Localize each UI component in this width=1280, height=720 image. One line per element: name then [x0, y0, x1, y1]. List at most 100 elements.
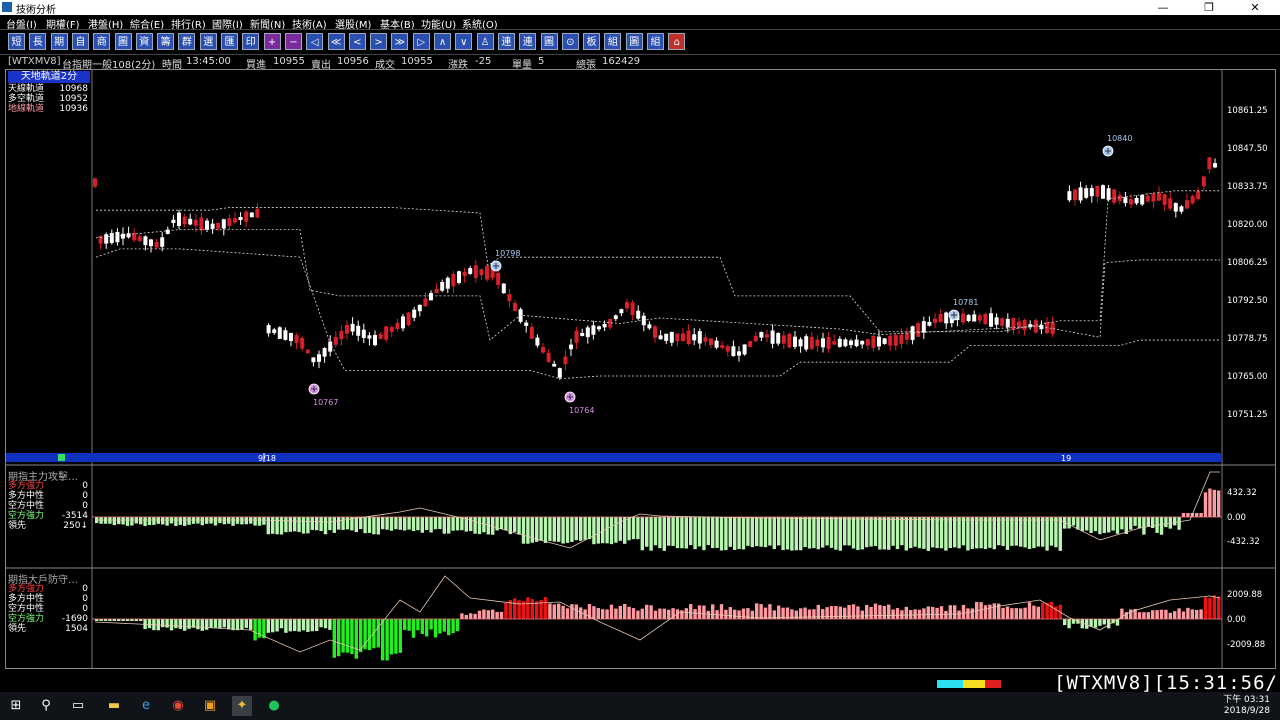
- sub1-bar: [1049, 517, 1054, 546]
- candle-body: [216, 222, 221, 229]
- sub1-bar: [244, 517, 248, 525]
- candle-body: [630, 302, 635, 316]
- candle-body: [529, 327, 534, 339]
- sub2-bar: [838, 606, 842, 619]
- sub1-bar: [596, 517, 600, 544]
- candle-body: [513, 303, 517, 311]
- sub2-bar: [882, 605, 886, 619]
- sub2-bar: [442, 619, 446, 632]
- app-icon-orange[interactable]: ▣: [200, 696, 220, 716]
- candle-body: [977, 315, 982, 321]
- candle-body: [647, 324, 652, 329]
- sub1-bar: [759, 517, 763, 547]
- candle-body: [501, 283, 506, 294]
- trading-app-icon[interactable]: ✦: [232, 696, 252, 716]
- windows-start-icon[interactable]: ⊞: [6, 696, 26, 716]
- sub1-bar: [649, 517, 653, 551]
- sub1-bar: [337, 517, 341, 530]
- candle-body: [916, 323, 921, 337]
- candle-body: [412, 309, 417, 318]
- sub1-bar: [781, 517, 785, 551]
- edge-browser-icon[interactable]: e: [136, 696, 156, 716]
- candle-body: [317, 354, 321, 362]
- y-tick-label: 10806.25: [1227, 258, 1268, 268]
- candle-body: [1078, 187, 1083, 201]
- candle-body: [938, 313, 943, 322]
- chrome-icon[interactable]: ◉: [168, 696, 188, 716]
- line-app-icon[interactable]: ●: [264, 696, 284, 716]
- candle-body: [182, 216, 187, 225]
- sub1-bar: [1102, 517, 1106, 533]
- sub2-bar: [904, 606, 908, 619]
- sub1-bar: [953, 517, 957, 548]
- candle-body: [300, 337, 305, 349]
- candle-body: [356, 325, 361, 336]
- file-explorer-icon[interactable]: ▬: [104, 696, 124, 716]
- sub2-bar: [860, 610, 864, 619]
- sub2-bar: [724, 609, 728, 619]
- sub1-bar: [1181, 513, 1186, 517]
- task-view-icon[interactable]: ▭: [68, 696, 88, 716]
- chart-canvas[interactable]: 10861.25 10847.50 10833.75 10820.00 10806.25…: [0, 0, 1280, 720]
- sub2-bar: [1212, 595, 1216, 619]
- sub1-bar: [1120, 517, 1124, 530]
- sub2-bar: [161, 619, 165, 628]
- sub1-bar: [1023, 517, 1027, 548]
- sub2-bar: [631, 608, 636, 619]
- candle-body: [669, 331, 674, 343]
- sub2-bar: [596, 608, 600, 619]
- sub1-bar: [1159, 517, 1164, 535]
- legend-value: -1690: [61, 614, 88, 624]
- sub1-bar: [763, 517, 768, 548]
- sub1-bar: [1045, 517, 1049, 551]
- sub2-bar: [1098, 619, 1102, 626]
- sub2-bar: [385, 619, 389, 661]
- sub1-bar: [191, 517, 196, 524]
- sub1-bar: [403, 517, 407, 531]
- indicator-title[interactable]: 天地軌道2分: [8, 71, 90, 83]
- sub1-bar: [860, 517, 864, 550]
- y-tick-label: 10792.50: [1227, 296, 1268, 306]
- sub1-bar: [1089, 517, 1093, 533]
- candle-body: [664, 333, 669, 341]
- candle-body: [1196, 191, 1201, 200]
- candle-body: [429, 293, 433, 301]
- candle-body: [681, 333, 685, 342]
- candle-body: [770, 330, 775, 344]
- sub1-bar: [768, 517, 772, 546]
- candle-body: [714, 340, 719, 348]
- candle-body: [563, 356, 568, 365]
- sub1-bar: [139, 517, 143, 525]
- sub2-bar: [416, 619, 420, 631]
- candle-body: [1101, 185, 1105, 199]
- sub2-bar: [759, 604, 763, 619]
- sub2-bar: [561, 605, 565, 619]
- status-bar-red: [985, 680, 1001, 688]
- sub1-bar: [1146, 517, 1150, 527]
- sub1-bar: [262, 517, 266, 525]
- candle-body: [93, 178, 97, 187]
- candle-body: [804, 336, 809, 350]
- sub2-bar: [235, 619, 240, 631]
- sub2-bar: [851, 604, 856, 619]
- sub1-bar: [1203, 492, 1208, 517]
- sub2-bar: [288, 619, 292, 632]
- candle-body: [602, 323, 607, 328]
- sub2-bar: [174, 619, 178, 629]
- date-label: 9/18: [258, 454, 276, 463]
- candle-body: [378, 334, 383, 340]
- sub2-bar: [165, 619, 169, 628]
- sub2-bar: [266, 619, 270, 633]
- candle-body: [177, 212, 181, 226]
- sub2-bar: [425, 619, 429, 637]
- legend-value: 0: [82, 501, 88, 511]
- search-icon[interactable]: ⚲: [36, 696, 56, 716]
- sub1-bar: [442, 517, 446, 534]
- sub2-bar: [543, 597, 548, 619]
- candle-body: [1067, 191, 1072, 201]
- sub1-bar: [543, 517, 548, 543]
- sub1-bar: [887, 517, 891, 550]
- ticker-clock: [WTXMV8][15:31:56/: [1054, 672, 1278, 694]
- sub1-bar: [873, 517, 878, 547]
- sub2-bar: [249, 619, 253, 630]
